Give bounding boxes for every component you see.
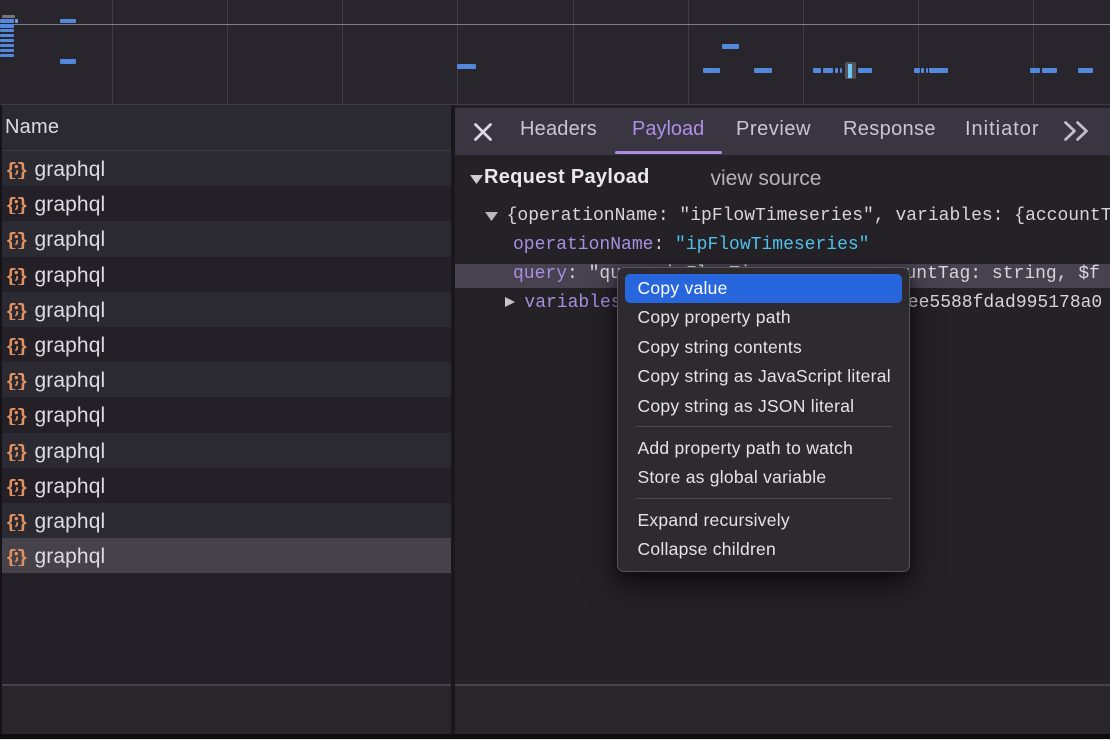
svg-text:}: } [17, 266, 28, 285]
svg-text:}: } [17, 477, 28, 496]
svg-text:}: } [17, 301, 28, 320]
svg-text:}: } [17, 195, 28, 214]
svg-text:}: } [17, 406, 28, 425]
svg-text:}: } [17, 230, 28, 249]
svg-text:}: } [17, 160, 28, 179]
svg-text:}: } [17, 512, 28, 531]
svg-text:}: } [17, 371, 28, 390]
svg-text:}: } [17, 442, 28, 461]
svg-text:}: } [17, 547, 28, 566]
svg-text:}: } [17, 336, 28, 355]
